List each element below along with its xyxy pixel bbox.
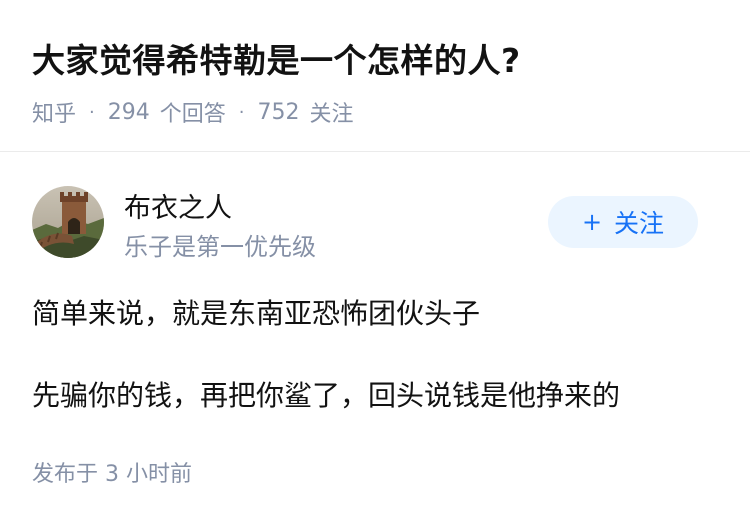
answer-text-line: 简单来说，就是东南亚恐怖团伙头子 xyxy=(32,297,481,330)
separator-dot: · xyxy=(89,101,95,123)
author-name[interactable]: 布衣之人 xyxy=(124,186,232,225)
separator-dot: · xyxy=(238,101,245,123)
great-wall-avatar-icon xyxy=(32,186,104,258)
question-title[interactable]: 大家觉得希特勒是一个怎样的人? xyxy=(32,34,521,82)
author-bio: 乐子是第一优先级 xyxy=(124,233,316,261)
answer-count-label[interactable]: 个回答 xyxy=(160,96,226,128)
plus-icon: + xyxy=(581,208,603,236)
avatar[interactable] xyxy=(32,186,104,258)
answer-text-line: 先骗你的钱，再把你鲨了，回头说钱是他挣来的 xyxy=(32,379,621,412)
published-time: 发布于 3 小时前 xyxy=(32,462,192,487)
question-meta: 知乎 · 294 个回答 · 752 关注 xyxy=(32,96,354,128)
follow-count-label: 关注 xyxy=(309,102,354,127)
follow-count: 752 xyxy=(257,99,300,125)
follow-button-label: 关注 xyxy=(614,209,665,238)
source-label[interactable]: 知乎 xyxy=(32,96,76,128)
question-header: 大家觉得希特勒是一个怎样的人? 知乎 · 294 个回答 · 752 关注 xyxy=(0,0,750,152)
follow-button[interactable]: + 关注 xyxy=(548,196,698,248)
answer-count: 294 xyxy=(107,99,150,125)
